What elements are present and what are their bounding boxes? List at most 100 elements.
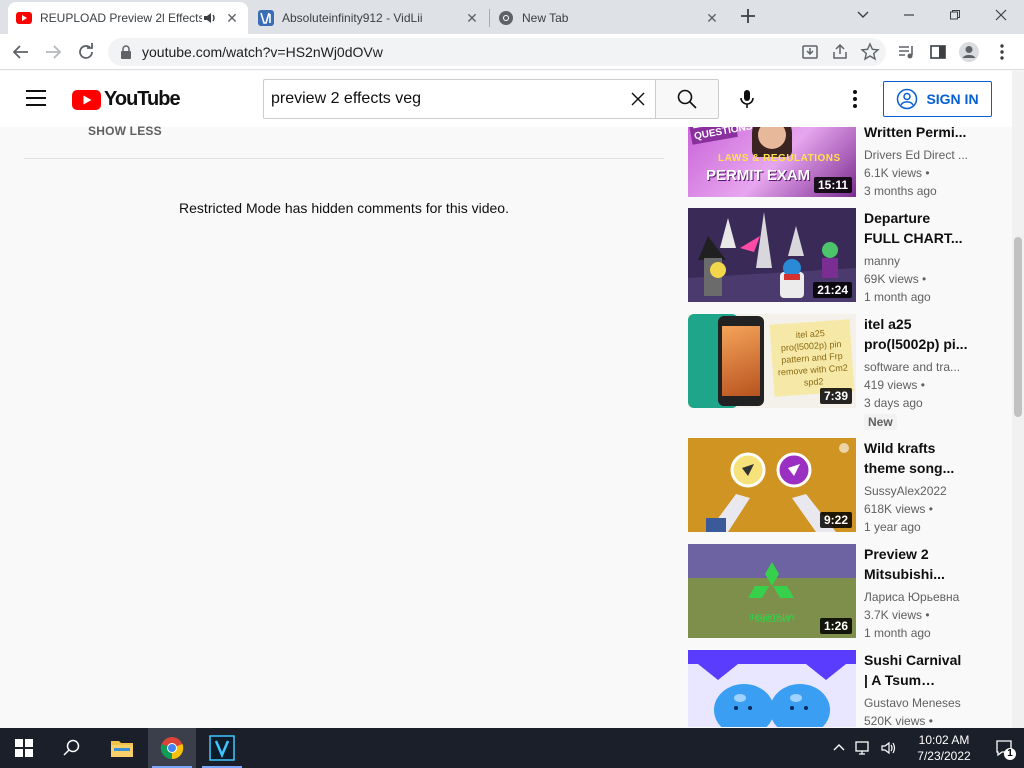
start-button[interactable] [0, 728, 48, 768]
thumbnail-corner-label: EXAM QUESTIONS [688, 127, 753, 145]
video-thumbnail[interactable]: itel a25 pro(l5002p) pin pattern and Frp… [688, 314, 856, 408]
video-title[interactable]: itel a25 pro(l5002p) pi... [864, 314, 968, 354]
close-tab-icon[interactable]: ✕ [704, 10, 720, 27]
video-title[interactable]: Sushi Carnival | A Tsum Tsum... [864, 650, 968, 690]
tab-search-chevron-icon[interactable] [840, 0, 886, 30]
upload-age: 1 month ago [864, 290, 931, 304]
vegas-taskbar-button[interactable] [198, 728, 246, 768]
channel-name[interactable]: Gustavo Meneses [864, 694, 968, 712]
svg-text:MOTORS: MOTORS [755, 614, 790, 623]
video-thumbnail[interactable]: 21:24 [688, 208, 856, 302]
chevron-up-icon[interactable] [832, 741, 846, 755]
channel-name[interactable]: SussyAlex2022 [864, 482, 968, 500]
video-thumbnail[interactable]: MITSUBISHI MOTORS 1:26 [688, 544, 856, 638]
bookmark-star-icon[interactable] [860, 42, 880, 62]
video-meta: itel a25 pro(l5002p) pi... software and … [864, 314, 968, 431]
show-less-button[interactable]: SHOW LESS [88, 124, 162, 138]
video-meta: Written Permi... Drivers Ed Direct ... 6… [864, 127, 968, 200]
browser-tab-youtube[interactable]: REUPLOAD Preview 2l Effects ✕ [8, 2, 248, 34]
notification-center-button[interactable]: 1 [984, 728, 1024, 768]
media-controls-icon[interactable] [895, 41, 917, 63]
page-scrollbar[interactable] [1012, 71, 1024, 728]
thumbnail-note-text: itel a25 pro(l5002p) pin pattern and Frp… [769, 319, 855, 397]
youtube-header: YouTube SIGN IN [0, 71, 1012, 127]
browser-tab-vidlii[interactable]: Absoluteinfinity912 - VidLii ✕ [250, 2, 488, 34]
video-duration: 7:39 [819, 388, 852, 404]
sign-in-button[interactable]: SIGN IN [883, 81, 992, 117]
lock-icon [121, 45, 131, 59]
volume-icon[interactable] [880, 740, 898, 756]
chrome-taskbar-button[interactable] [148, 728, 196, 768]
thumbnail-subtitle: LAWS & REGULATIONS [718, 153, 841, 164]
notification-count-badge: 1 [1004, 748, 1016, 760]
side-panel-icon[interactable] [927, 41, 949, 63]
close-tab-icon[interactable]: ✕ [224, 10, 240, 27]
file-explorer-button[interactable] [98, 728, 146, 768]
search-box[interactable] [263, 79, 656, 119]
channel-name[interactable]: software and tra... [864, 358, 968, 376]
windows-logo-icon [15, 739, 33, 757]
channel-name[interactable]: manny [864, 252, 968, 270]
video-title[interactable]: Wild krafts theme song... [864, 438, 968, 478]
video-duration: 21:24 [813, 282, 852, 298]
minimize-icon[interactable] [886, 0, 932, 30]
hamburger-menu-icon[interactable] [26, 90, 46, 106]
profile-avatar-icon[interactable] [958, 41, 980, 63]
tab-title: Absoluteinfinity912 - VidLii [282, 11, 423, 25]
network-icon[interactable] [854, 740, 872, 756]
video-thumbnail[interactable]: 9:22 [688, 438, 856, 532]
youtube-play-logo-icon [72, 89, 101, 110]
youtube-logo[interactable]: YouTube [72, 88, 181, 111]
new-tab-plus-icon[interactable] [738, 6, 758, 26]
taskbar-search-button[interactable] [48, 728, 96, 768]
video-meta: Preview 2 Mitsubishi... Лариса Юрьевна 3… [864, 544, 968, 642]
browser-tab-newtab[interactable]: New Tab ✕ [490, 2, 728, 34]
reload-icon[interactable] [75, 41, 97, 63]
channel-name[interactable]: Drivers Ed Direct ... [864, 146, 968, 164]
video-thumbnail[interactable]: EXAM QUESTIONS LAWS & REGULATIONS PERMIT… [688, 127, 856, 197]
video-duration: 15:11 [813, 177, 852, 193]
browser-tab-strip: REUPLOAD Preview 2l Effects ✕ Absolutein… [0, 0, 1024, 34]
settings-kebab-icon[interactable] [852, 89, 858, 109]
chrome-icon [160, 737, 184, 760]
clear-search-icon[interactable] [630, 91, 646, 107]
scrollbar-thumb[interactable] [1014, 237, 1022, 417]
close-tab-icon[interactable]: ✕ [464, 10, 480, 27]
speaker-icon[interactable] [202, 10, 218, 26]
url-text: youtube.com/watch?v=HS2nWj0dOVw [142, 44, 383, 60]
system-clock[interactable]: 10:02 AM 7/23/2022 [904, 732, 984, 764]
upload-age: 1 year ago [864, 520, 921, 534]
back-arrow-icon[interactable] [10, 41, 32, 63]
search-input[interactable] [271, 90, 611, 108]
address-bar[interactable]: youtube.com/watch?v=HS2nWj0dOVw [108, 38, 886, 66]
close-window-icon[interactable] [978, 0, 1024, 30]
video-thumbnail[interactable] [688, 650, 856, 727]
tsum-tsum-art [688, 650, 856, 727]
share-icon[interactable] [830, 42, 850, 62]
browser-menu-kebab-icon[interactable] [991, 41, 1013, 63]
install-app-icon[interactable] [800, 42, 820, 62]
view-count: 69K views • [864, 272, 927, 286]
account-circle-icon [897, 88, 918, 110]
clock-time: 10:02 AM [918, 733, 970, 747]
restore-icon[interactable] [932, 0, 978, 30]
upload-age: 3 months ago [864, 184, 937, 198]
video-title[interactable]: Written Permi... [864, 127, 968, 142]
search-button[interactable] [655, 79, 719, 119]
sign-in-label: SIGN IN [926, 91, 979, 107]
upload-age: 3 days ago [864, 396, 923, 410]
restricted-mode-message: Restricted Mode has hidden comments for … [179, 200, 509, 216]
video-title[interactable]: Departure FULL CHART... [864, 208, 968, 248]
video-duration: 9:22 [819, 512, 852, 528]
video-title[interactable]: Preview 2 Mitsubishi... [864, 544, 968, 584]
view-count: 520K views • [864, 714, 933, 727]
vegas-app-icon [209, 735, 235, 761]
video-duration: 1:26 [819, 618, 852, 634]
browser-toolbar: youtube.com/watch?v=HS2nWj0dOVw [0, 34, 1024, 70]
view-count: 3.7K views • [864, 608, 930, 622]
related-videos-list: EXAM QUESTIONS LAWS & REGULATIONS PERMIT… [688, 127, 1012, 727]
forward-arrow-icon[interactable] [42, 41, 64, 63]
video-meta: Departure FULL CHART... manny 69K views … [864, 208, 968, 306]
microphone-icon[interactable] [736, 88, 758, 110]
channel-name[interactable]: Лариса Юрьевна [864, 588, 968, 606]
